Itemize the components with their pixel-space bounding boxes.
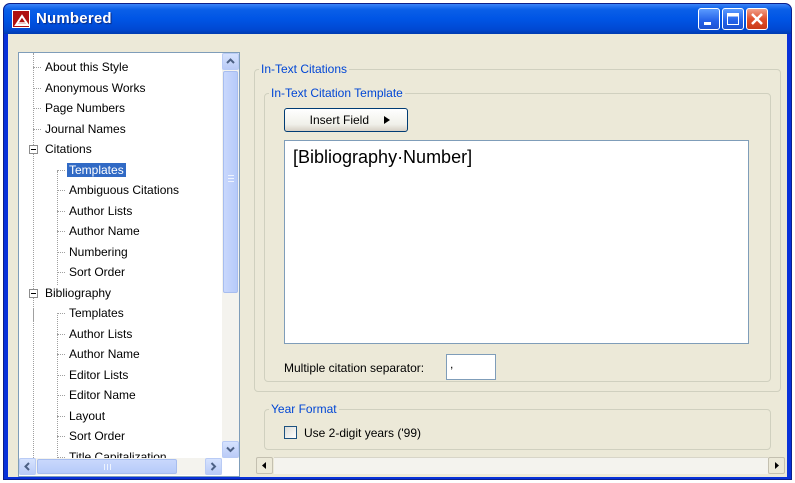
close-icon [751, 13, 763, 25]
tree-list: About this Style Anonymous Works Page Numb… [19, 53, 222, 458]
tree-item-label: Journal Names [45, 121, 126, 136]
separator-value: , [450, 357, 454, 371]
tree-item-label: Author Lists [69, 326, 133, 341]
tree-item-label: Author Lists [69, 203, 133, 218]
citation-template-text: [Bibliography·Number] [293, 147, 473, 167]
panel-horizontal-scrollbar[interactable] [256, 457, 787, 475]
tree-item-label: Editor Lists [69, 367, 129, 382]
tree-item[interactable]: Sort Order [67, 426, 127, 446]
tree-item-label: Sort Order [69, 429, 126, 443]
panel-scroll-left-button[interactable] [256, 457, 273, 474]
tree-item[interactable]: Templates [67, 303, 126, 323]
tree-item-label: Bibliography [45, 285, 112, 300]
scroll-right-button[interactable] [205, 458, 222, 475]
tree-vertical-scrollbar[interactable] [222, 53, 239, 458]
tree-item[interactable]: Journal Names [43, 119, 128, 139]
tree-item[interactable]: Templates [67, 160, 126, 180]
two-digit-year-label[interactable]: Use 2-digit years ('99) [304, 426, 421, 440]
tree-item-label: Page Numbers [45, 101, 126, 115]
tree-item-label: Editor Name [69, 388, 136, 402]
tree-item-label: About this Style [45, 60, 129, 74]
tree-horizontal-scrollbar[interactable] [19, 458, 222, 475]
tree-item[interactable]: Author Name [67, 344, 142, 364]
title-bar[interactable]: Numbered [4, 4, 791, 34]
tree-item[interactable]: Sort Order [67, 262, 127, 282]
minimize-icon [704, 22, 711, 25]
tree-item-label: Numbering [69, 244, 128, 259]
window-title: Numbered [36, 10, 112, 27]
tree-item-label: Author Name [69, 224, 140, 238]
scroll-down-button[interactable] [222, 441, 239, 458]
triangle-left-icon [262, 462, 266, 469]
tree-collapse-toggle[interactable] [29, 145, 38, 154]
insert-field-button[interactable]: Insert Field [284, 108, 408, 132]
play-arrow-icon [384, 116, 391, 124]
chevron-left-icon [24, 462, 30, 471]
panel-scroll-right-button[interactable] [768, 457, 785, 474]
tree-item[interactable]: Title Capitalization [67, 447, 169, 459]
insert-field-label: Insert Field [309, 113, 369, 127]
chevron-right-icon [210, 462, 217, 471]
citation-template-editor[interactable]: [Bibliography·Number] [284, 140, 749, 344]
tree-scroll-thumb[interactable] [223, 71, 238, 293]
maximize-icon [727, 13, 739, 25]
tree-item[interactable]: Editor Lists [67, 365, 130, 385]
tree-item[interactable]: Page Numbers [43, 98, 127, 118]
tree-item[interactable]: Layout [67, 406, 107, 426]
tree-item-label: Layout [69, 408, 106, 423]
scroll-left-button[interactable] [19, 458, 36, 475]
tree-item[interactable]: Editor Name [67, 385, 138, 405]
tree-item[interactable]: Numbering [67, 242, 130, 262]
close-button[interactable] [746, 8, 768, 30]
tree-item-label: Author Name [69, 347, 140, 361]
app-icon [12, 10, 30, 28]
panel-scroll-track[interactable] [274, 457, 768, 474]
tree-item[interactable]: Bibliography [43, 283, 113, 303]
triangle-right-icon [775, 462, 779, 469]
in-text-template-title: In-Text Citation Template [271, 86, 403, 100]
year-format-title: Year Format [271, 402, 337, 416]
separator-label: Multiple citation separator: [284, 361, 425, 375]
tree-item-label: Ambiguous Citations [69, 183, 180, 197]
scroll-up-button[interactable] [222, 53, 239, 70]
tree-item[interactable]: Ambiguous Citations [67, 180, 181, 200]
tree-item[interactable]: Author Lists [67, 324, 134, 344]
maximize-button[interactable] [722, 8, 744, 30]
tree-item-label: Templates [69, 306, 124, 320]
tree-item[interactable]: Citations [43, 139, 94, 159]
style-tree[interactable]: About this Style Anonymous Works Page Numb… [18, 52, 240, 477]
tree-item[interactable]: Author Lists [67, 201, 134, 221]
tree-hscroll-thumb[interactable] [37, 459, 177, 474]
tree-item-label: Citations [45, 142, 92, 156]
client-area: About this Style Anonymous Works Page Numb… [8, 34, 787, 477]
two-digit-year-checkbox[interactable] [284, 426, 297, 439]
tree-item-label: Sort Order [69, 265, 126, 279]
separator-input[interactable]: , [446, 354, 496, 380]
tree-item[interactable]: Anonymous Works [43, 78, 147, 98]
chevron-up-icon [226, 58, 235, 64]
chevron-down-icon [226, 446, 235, 453]
tree-item-label: Anonymous Works [45, 80, 146, 95]
tree-item-label: Templates [67, 162, 126, 177]
app-window: Numbered About this Style Anonymous Work… [3, 3, 792, 480]
tree-collapse-toggle[interactable] [29, 288, 38, 298]
minimize-button[interactable] [698, 8, 720, 30]
tree-item[interactable]: About this Style [43, 57, 130, 77]
tree-item[interactable]: Author Name [67, 221, 142, 241]
tree-item-label: Title Capitalization [69, 449, 167, 459]
in-text-citations-title: In-Text Citations [261, 62, 348, 76]
